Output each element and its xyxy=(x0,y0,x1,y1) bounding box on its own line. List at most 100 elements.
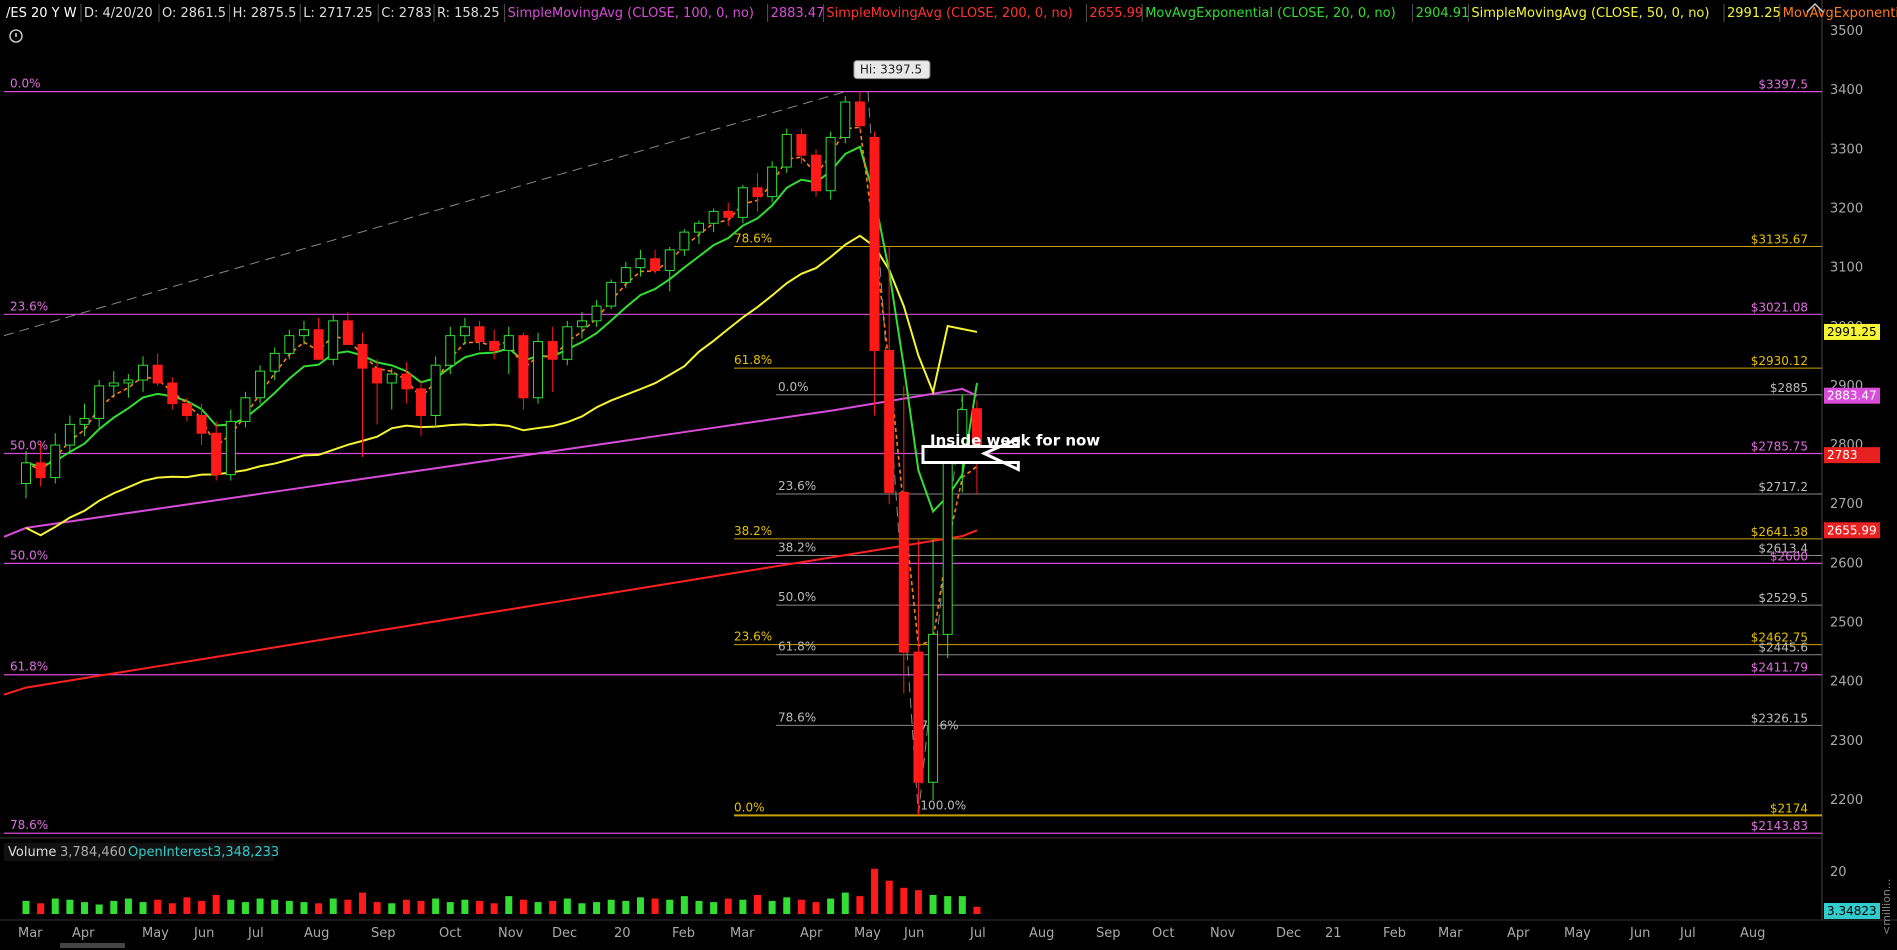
volume-bar xyxy=(505,896,513,914)
volume-bar xyxy=(812,902,820,914)
fib-price-label: $2326.15 xyxy=(1751,711,1808,725)
candle-body[interactable] xyxy=(913,651,924,783)
candle-body[interactable] xyxy=(635,258,646,269)
volume-bar xyxy=(329,898,337,914)
candle-body[interactable] xyxy=(284,335,295,354)
candle-body[interactable] xyxy=(167,382,178,405)
candle-body[interactable] xyxy=(372,367,383,384)
price-badge-label: 2783 xyxy=(1827,448,1858,462)
candle-body[interactable] xyxy=(489,341,500,351)
time-axis-label: Jun xyxy=(193,926,214,941)
candle-body[interactable] xyxy=(181,403,192,416)
candle-body[interactable] xyxy=(869,136,880,351)
candle-body[interactable] xyxy=(196,415,207,434)
candle-body[interactable] xyxy=(416,388,427,416)
fib-price-label: $2529.5 xyxy=(1758,591,1808,605)
fib-percent-label: 50.0% xyxy=(778,590,816,604)
fib-percent-label: 78.6% xyxy=(778,710,816,724)
candle-body[interactable] xyxy=(942,450,953,635)
candle-body[interactable] xyxy=(79,417,90,425)
horizontal-scrollbar[interactable] xyxy=(60,943,125,948)
price-axis-tick: 3100 xyxy=(1830,261,1863,276)
candle-body[interactable] xyxy=(123,379,134,384)
candle-body[interactable] xyxy=(708,210,719,224)
candle-body[interactable] xyxy=(518,335,529,399)
candle-body[interactable] xyxy=(386,373,397,384)
time-axis-label: Mar xyxy=(18,926,43,941)
candle-body[interactable] xyxy=(211,432,222,476)
candle-body[interactable] xyxy=(35,462,46,479)
volume-bar xyxy=(519,899,527,914)
candle-body[interactable] xyxy=(664,249,675,272)
fib-price-label: $2174 xyxy=(1770,801,1808,815)
candle-body[interactable] xyxy=(459,326,470,337)
candle-body[interactable] xyxy=(752,187,763,198)
candle-body[interactable] xyxy=(562,326,573,360)
price-badge-label: 2991.25 xyxy=(1827,325,1877,339)
fib-percent-label: 78.6% xyxy=(10,818,48,832)
candle-body[interactable] xyxy=(606,281,617,307)
candle-body[interactable] xyxy=(430,364,441,417)
fib-percent-label: 38.2% xyxy=(734,524,772,538)
candle-body[interactable] xyxy=(240,397,251,422)
candle-body[interactable] xyxy=(445,335,456,366)
candle-body[interactable] xyxy=(503,335,514,351)
candle-body[interactable] xyxy=(825,136,836,192)
candle-body[interactable] xyxy=(342,320,353,346)
volume-bar xyxy=(578,903,586,914)
time-axis-label: Dec xyxy=(552,926,577,941)
candle-body[interactable] xyxy=(357,344,368,369)
candle-body[interactable] xyxy=(138,364,149,381)
candle-body[interactable] xyxy=(737,187,748,218)
candle-body[interactable] xyxy=(50,444,61,479)
volume-bar xyxy=(929,894,937,914)
candle-body[interactable] xyxy=(225,420,236,476)
volume-bar xyxy=(885,880,893,914)
candle-body[interactable] xyxy=(679,231,690,251)
candle-body[interactable] xyxy=(108,382,119,387)
volume-bar xyxy=(446,902,454,914)
candle-body[interactable] xyxy=(269,352,280,372)
volume-bar xyxy=(300,902,308,914)
candle-body[interactable] xyxy=(533,341,544,399)
candle-body[interactable] xyxy=(401,373,412,390)
candle-body[interactable] xyxy=(591,305,602,322)
volume-bar xyxy=(271,899,279,914)
candle-body[interactable] xyxy=(328,320,339,360)
candle-body[interactable] xyxy=(620,267,631,283)
time-axis-label: Aug xyxy=(304,926,329,941)
volume-value: 3,784,460 xyxy=(60,845,126,860)
candle-body[interactable] xyxy=(94,385,105,419)
candle-body[interactable] xyxy=(152,364,163,384)
study-value: 2883.47 xyxy=(771,6,825,21)
candle-body[interactable] xyxy=(781,134,792,168)
candle-body[interactable] xyxy=(854,101,865,127)
study-value: 2991.25 xyxy=(1727,6,1781,21)
candle-body[interactable] xyxy=(576,320,587,328)
candle-body[interactable] xyxy=(650,258,661,272)
candle-body[interactable] xyxy=(313,329,324,360)
price-chart[interactable]: 3500340033003200310030002900280027002600… xyxy=(0,0,1897,950)
time-axis-label: Sep xyxy=(371,926,396,941)
candle-body[interactable] xyxy=(898,491,909,653)
candle-body[interactable] xyxy=(811,154,822,192)
candle-body[interactable] xyxy=(255,370,266,399)
candle-body[interactable] xyxy=(298,329,309,337)
time-axis-label: 20 xyxy=(614,926,631,941)
chart-window[interactable]: 3500340033003200310030002900280027002600… xyxy=(0,0,1897,950)
candle-body[interactable] xyxy=(21,462,31,485)
time-axis-label: Apr xyxy=(800,926,823,941)
hi-callout-label: Hi: 3397.5 xyxy=(860,63,922,77)
candle-body[interactable] xyxy=(547,341,558,360)
candle-body[interactable] xyxy=(840,101,851,138)
volume-bar xyxy=(51,898,59,914)
candle-body[interactable] xyxy=(693,222,704,233)
candle-body[interactable] xyxy=(723,210,734,218)
price-axis-tick: 3300 xyxy=(1830,142,1863,157)
candle-body[interactable] xyxy=(796,134,807,156)
candle-body[interactable] xyxy=(474,326,485,343)
candle-body[interactable] xyxy=(767,166,778,198)
candle-body[interactable] xyxy=(64,423,75,446)
candle-body[interactable] xyxy=(928,633,939,783)
candle-body[interactable] xyxy=(884,349,895,493)
